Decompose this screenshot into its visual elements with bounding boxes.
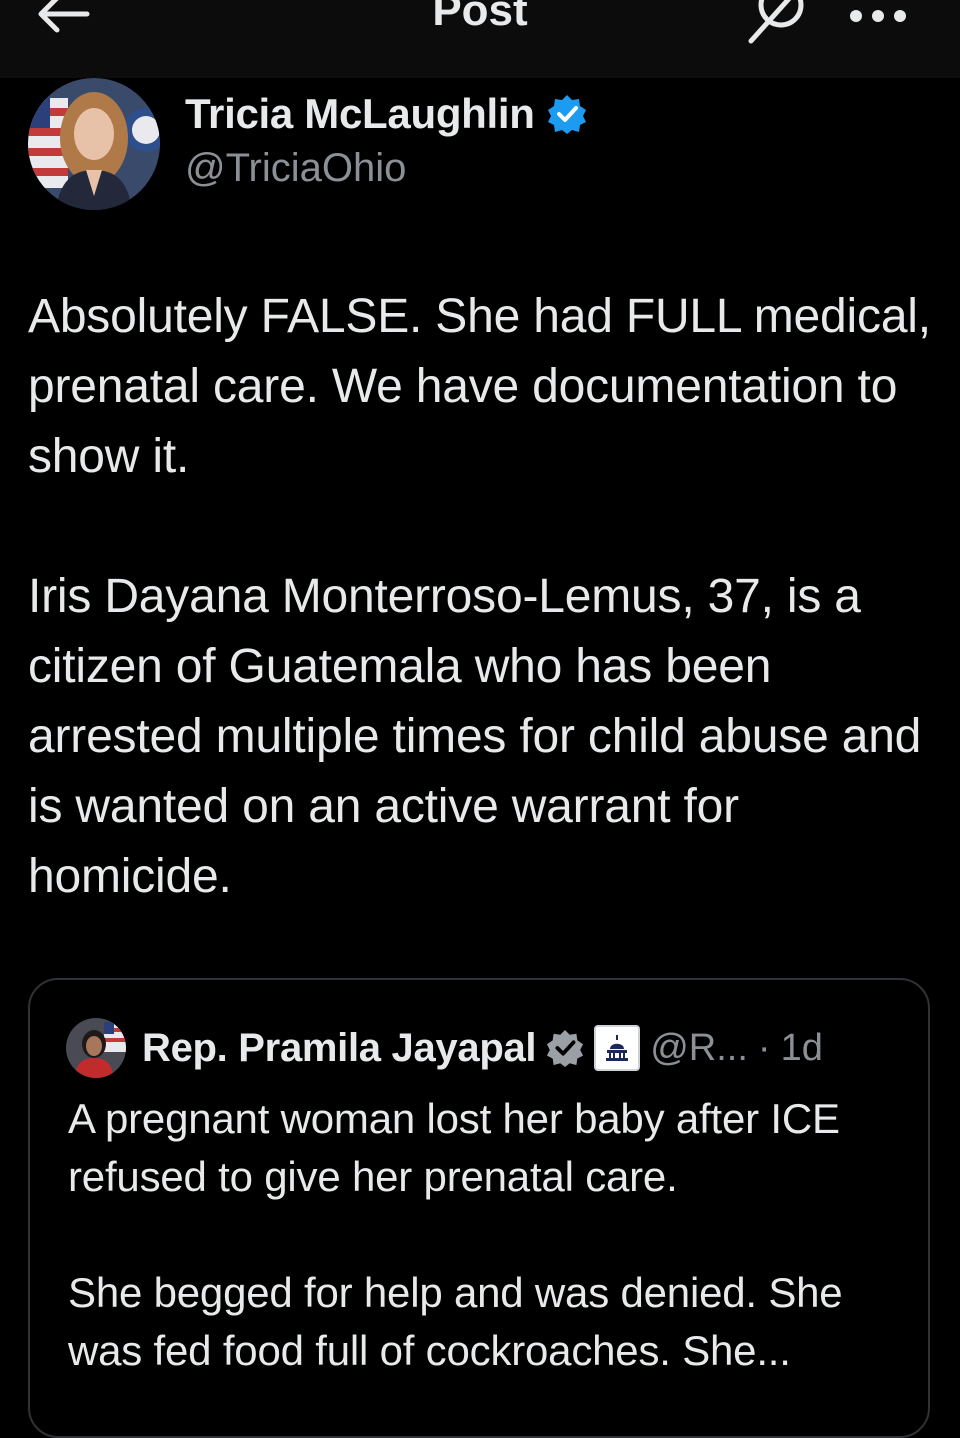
grok-button[interactable]: [742, 0, 812, 46]
author-name-row: Tricia McLaughlin: [185, 90, 587, 138]
separator-dot: ·: [757, 1026, 771, 1069]
quoted-post-header: Rep. Pramila Jayapal @R... · 1d: [66, 1018, 823, 1078]
verified-badge-icon: [547, 95, 586, 134]
grok-icon: [748, 0, 804, 44]
top-bar: Post: [0, 0, 960, 78]
capitol-icon: [606, 1035, 629, 1061]
quoted-author-avatar: [66, 1018, 126, 1078]
more-icon: [850, 10, 906, 22]
author-handle[interactable]: @TriciaOhio: [185, 146, 406, 191]
author-name[interactable]: Tricia McLaughlin: [185, 90, 535, 138]
author-avatar[interactable]: [28, 78, 160, 210]
quoted-author-handle: @R...: [650, 1026, 748, 1069]
page-title: Post: [432, 0, 528, 35]
verified-badge-icon: [547, 1029, 584, 1067]
quoted-post[interactable]: Rep. Pramila Jayapal @R... · 1d A pregna…: [28, 978, 930, 1438]
post-author: Tricia McLaughlin @TriciaOhio: [28, 78, 928, 218]
quoted-author-name: Rep. Pramila Jayapal: [142, 1025, 537, 1070]
affiliation-badge: [594, 1025, 641, 1071]
quoted-post-text: A pregnant woman lost her baby after ICE…: [68, 1095, 843, 1374]
post-text: Absolutely FALSE. She had FULL medical, …: [28, 290, 931, 903]
quoted-post-time: 1d: [780, 1026, 823, 1069]
more-options-button[interactable]: [836, 0, 920, 36]
